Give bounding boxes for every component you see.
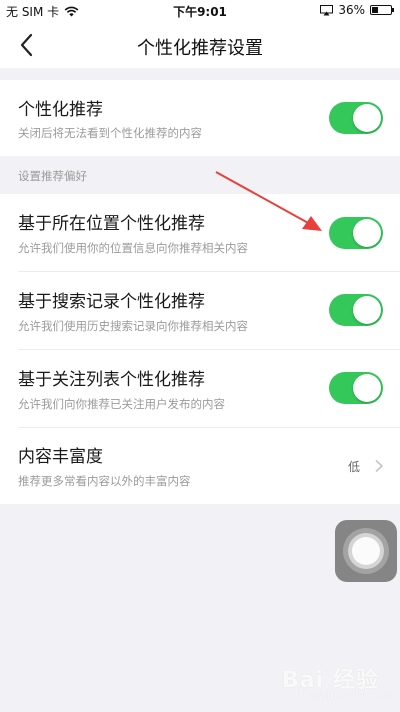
preference-subtitle: 允许我们向你推荐已关注用户发布的内容 bbox=[18, 397, 225, 411]
preference-row-search: 基于搜索记录个性化推荐 允许我们使用历史搜索记录向你推荐相关内容 bbox=[0, 272, 400, 350]
preference-title: 基于搜索记录个性化推荐 bbox=[18, 292, 205, 312]
following-list-toggle-switch[interactable] bbox=[329, 372, 383, 404]
preference-row-following: 基于关注列表个性化推荐 允许我们向你推荐已关注用户发布的内容 bbox=[0, 350, 400, 428]
search-history-toggle-switch[interactable] bbox=[329, 294, 383, 326]
preference-subtitle: 允许我们使用历史搜索记录向你推荐相关内容 bbox=[18, 319, 248, 333]
chevron-right-icon bbox=[375, 459, 384, 473]
assistive-touch-button[interactable] bbox=[335, 520, 397, 582]
watermark-url: jingyan.baidu.com bbox=[300, 690, 393, 701]
screen-mirroring-icon bbox=[320, 4, 334, 15]
section-label: 设置推荐偏好 bbox=[18, 169, 87, 183]
preferences-card: 基于所在位置个性化推荐 允许我们使用你的位置信息向你推荐相关内容 基于搜索记录个… bbox=[0, 194, 400, 504]
preference-subtitle: 允许我们使用你的位置信息向你推荐相关内容 bbox=[18, 241, 248, 255]
battery-fill bbox=[372, 7, 379, 13]
toggle-knob bbox=[353, 296, 381, 324]
battery-icon bbox=[370, 5, 394, 15]
annotation-arrow bbox=[215, 171, 322, 231]
status-bar: 无 SIM 卡 下午9:01 36% bbox=[0, 0, 400, 22]
battery-percent: 36% bbox=[338, 3, 365, 17]
richness-value: 低 bbox=[347, 460, 360, 474]
preference-row-location: 基于所在位置个性化推荐 允许我们使用你的位置信息向你推荐相关内容 bbox=[0, 194, 400, 272]
richness-title: 内容丰富度 bbox=[18, 447, 103, 467]
toggle-knob bbox=[353, 104, 381, 132]
preference-title: 基于所在位置个性化推荐 bbox=[18, 214, 205, 234]
main-toggle-switch[interactable] bbox=[329, 102, 383, 134]
richness-subtitle: 推荐更多常看内容以外的丰富内容 bbox=[18, 474, 191, 488]
location-toggle-switch[interactable] bbox=[329, 217, 383, 249]
page-title: 个性化推荐设置 bbox=[137, 38, 263, 59]
main-toggle-card: 个性化推荐 关闭后将无法看到个性化推荐的内容 bbox=[0, 80, 400, 156]
status-right: 36% bbox=[320, 3, 394, 17]
main-toggle-subtitle: 关闭后将无法看到个性化推荐的内容 bbox=[18, 126, 202, 140]
toggle-knob bbox=[353, 219, 381, 247]
nav-bar: 个性化推荐设置 bbox=[0, 22, 400, 68]
main-toggle-title: 个性化推荐 bbox=[18, 100, 103, 120]
content-richness-row[interactable]: 内容丰富度 推荐更多常看内容以外的丰富内容 低 bbox=[0, 428, 400, 504]
preference-title: 基于关注列表个性化推荐 bbox=[18, 370, 205, 390]
toggle-knob bbox=[353, 374, 381, 402]
